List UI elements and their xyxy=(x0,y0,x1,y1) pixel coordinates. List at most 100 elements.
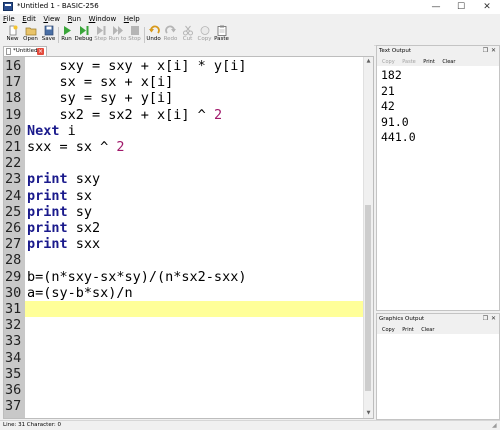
editor-line[interactable]: 24 print sx xyxy=(4,188,364,204)
editor-line[interactable]: 27 print sxx xyxy=(4,236,364,252)
editor-scroll-thumb[interactable] xyxy=(365,205,371,391)
editor-line[interactable]: 28 xyxy=(4,252,364,268)
menu-help[interactable]: Help xyxy=(122,14,142,24)
keyword-token: print xyxy=(27,203,68,220)
editor-line[interactable]: 33 xyxy=(4,333,364,349)
graphics-output-panel: Graphics Output ❐ ✕ Copy Print Clear xyxy=(376,313,500,420)
line-number: 24 xyxy=(5,187,22,204)
code-text[interactable]: sx2 = sx2 + x[i] ^ 2 xyxy=(25,107,366,123)
new-file-icon xyxy=(7,25,19,36)
scroll-down-icon[interactable]: ▼ xyxy=(364,409,373,418)
undock-icon[interactable]: ❐ xyxy=(482,47,489,54)
folder-icon xyxy=(25,25,37,36)
code-text[interactable] xyxy=(25,350,366,366)
text-output-copy-button[interactable]: Copy xyxy=(382,57,395,67)
editor-line[interactable]: 25 print sy xyxy=(4,204,364,220)
code-text[interactable]: Next i xyxy=(25,123,366,139)
stop-icon xyxy=(129,25,141,36)
keyword-token: print xyxy=(27,220,68,236)
menu-file[interactable]: File xyxy=(1,14,17,24)
line-number: 21 xyxy=(5,139,22,155)
editor-line[interactable]: 19 sx2 = sx2 + x[i] ^ 2 xyxy=(4,107,364,123)
line-number: 22 xyxy=(5,155,22,172)
editor-line[interactable]: 32 xyxy=(4,317,364,333)
code-token: sx2 = sx2 + x[i] ^ xyxy=(27,106,214,123)
code-text[interactable]: sy = sy + y[i] xyxy=(25,90,366,106)
line-number: 30 xyxy=(5,284,22,301)
line-number: 18 xyxy=(5,90,22,107)
close-button[interactable]: ✕ xyxy=(476,0,498,14)
text-output-content[interactable]: 182 21 42 91.0 441.0 xyxy=(381,68,416,146)
output-line: 441.0 xyxy=(381,130,416,145)
menu-view[interactable]: View xyxy=(41,14,62,24)
output-line: 21 xyxy=(381,83,395,98)
editor-line[interactable]: 21 sxx = sx ^ 2 xyxy=(4,139,364,155)
editor-line[interactable]: 26 print sx2 xyxy=(4,220,364,236)
editor-line[interactable]: 23 print sxy xyxy=(4,171,364,187)
code-text[interactable] xyxy=(25,398,366,414)
code-text[interactable]: print sx xyxy=(25,188,366,204)
undock-icon[interactable]: ❐ xyxy=(482,315,489,322)
code-token: sx2 xyxy=(67,220,101,236)
paste-button[interactable]: Paste xyxy=(213,25,230,44)
keyword-token: print xyxy=(27,236,68,253)
editor-line[interactable]: 35 xyxy=(4,366,364,382)
scroll-up-icon[interactable]: ▲ xyxy=(364,57,373,66)
code-text[interactable] xyxy=(25,333,366,349)
resize-grip-icon[interactable]: ◢ xyxy=(492,422,499,429)
editor-line[interactable]: 18 sy = sy + y[i] xyxy=(4,90,364,106)
code-text[interactable]: print sxx xyxy=(25,236,366,252)
editor-line[interactable]: 20 Next i xyxy=(4,123,364,139)
code-token: b=(n*sxy-sx*sy)/(n*sx2-sxx) xyxy=(27,268,247,285)
editor-line[interactable]: 36 xyxy=(4,382,364,398)
panel-close-icon[interactable]: ✕ xyxy=(490,47,497,54)
code-text[interactable] xyxy=(25,301,366,318)
code-text[interactable] xyxy=(25,155,366,171)
code-text[interactable]: b=(n*sxy-sx*sy)/(n*sx2-sxx) xyxy=(25,269,366,285)
text-output-paste-button[interactable]: Paste xyxy=(402,57,416,67)
editor-line[interactable]: 17 sx = sx + x[i] xyxy=(4,74,364,90)
tab-close-icon[interactable]: × xyxy=(37,48,44,55)
code-text[interactable]: print sxy xyxy=(25,171,366,187)
code-text[interactable] xyxy=(25,317,366,333)
tab-untitled-1[interactable]: *Untitled 1 × xyxy=(3,46,47,56)
line-number: 35 xyxy=(5,365,22,382)
code-text[interactable] xyxy=(25,252,366,268)
editor-line[interactable]: 37 xyxy=(4,398,364,414)
text-output-print-button[interactable]: Print xyxy=(423,57,435,67)
editor-current-line[interactable]: 31 xyxy=(4,301,366,318)
editor-line[interactable]: 29 b=(n*sxy-sx*sy)/(n*sx2-sxx) xyxy=(4,269,364,285)
line-number: 17 xyxy=(5,74,22,91)
menu-run[interactable]: Run xyxy=(66,14,83,24)
code-text[interactable]: print sx2 xyxy=(25,220,366,236)
menu-edit[interactable]: Edit xyxy=(20,14,38,24)
undo-icon xyxy=(148,25,160,36)
line-number: 19 xyxy=(5,106,22,123)
maximize-button[interactable]: ☐ xyxy=(450,0,472,14)
line-number: 20 xyxy=(5,122,22,139)
line-number: 33 xyxy=(5,333,22,350)
code-text[interactable] xyxy=(25,382,366,398)
code-text[interactable]: print sy xyxy=(25,204,366,220)
editor-line[interactable]: 30 a=(sy-b*sx)/n xyxy=(4,285,364,301)
editor-vertical-scrollbar[interactable]: ▲ ▼ xyxy=(363,57,373,418)
editor-line[interactable]: 16 sxy = sxy + x[i] * y[i] xyxy=(4,58,364,74)
code-editor[interactable]: 16 sxy = sxy + x[i] * y[i] 17 sx = sx + x… xyxy=(3,56,374,419)
code-text[interactable]: sxx = sx ^ 2 xyxy=(25,139,366,155)
code-text[interactable]: sx = sx + x[i] xyxy=(25,74,366,90)
line-number: 37 xyxy=(5,398,22,415)
graphics-canvas[interactable] xyxy=(377,334,499,419)
clipboard-icon xyxy=(216,25,228,36)
copy-icon xyxy=(199,25,211,36)
debug-play-icon xyxy=(78,25,90,36)
editor-line[interactable]: 34 xyxy=(4,350,364,366)
editor-line[interactable]: 22 xyxy=(4,155,364,171)
menu-window[interactable]: Window xyxy=(87,14,119,24)
code-text[interactable] xyxy=(25,366,366,382)
minimize-button[interactable]: — xyxy=(425,0,447,14)
code-text[interactable]: a=(sy-b*sx)/n xyxy=(25,285,366,301)
code-text[interactable]: sxy = sxy + x[i] * y[i] xyxy=(25,58,366,74)
line-number: 27 xyxy=(5,236,22,253)
panel-close-icon[interactable]: ✕ xyxy=(490,315,497,322)
text-output-clear-button[interactable]: Clear xyxy=(442,57,455,67)
